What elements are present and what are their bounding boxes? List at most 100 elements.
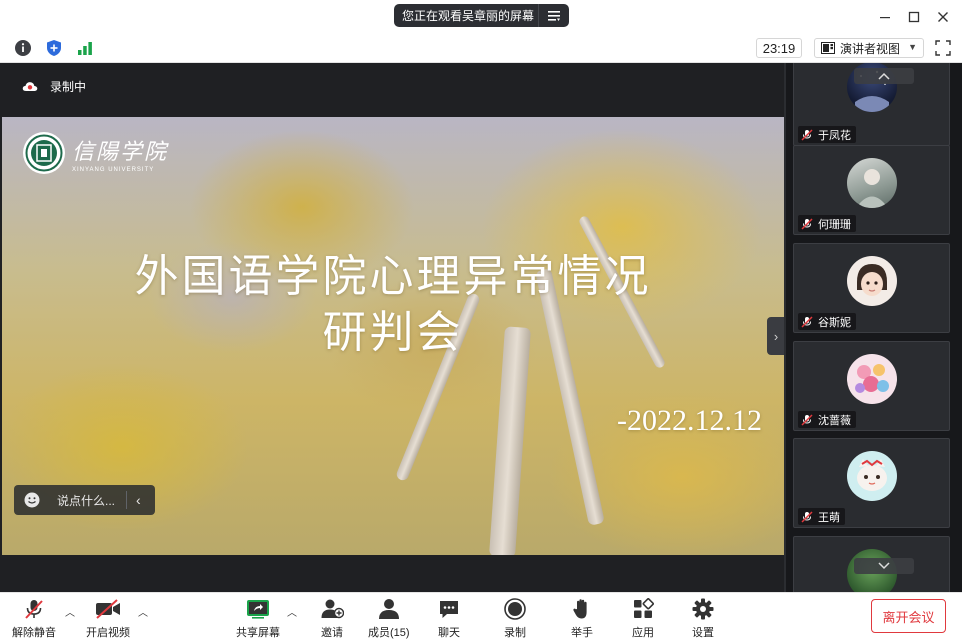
university-seal-icon xyxy=(23,132,65,174)
participant-tile[interactable]: 谷斯妮 xyxy=(793,243,950,333)
muted-mic-icon xyxy=(801,510,813,523)
muted-mic-icon xyxy=(21,597,47,621)
recording-indicator: 录制中 xyxy=(22,78,86,95)
audio-options-chevron-icon[interactable]: ︿ xyxy=(65,606,75,619)
slide-date: -2022.12.12 xyxy=(617,404,762,437)
muted-mic-icon xyxy=(801,315,813,328)
meeting-toolbar: 解除静音 ︿ 开启视频 ︿ 共享屏幕 ︿ 邀请 成员(15) 聊天 录制 举手 … xyxy=(0,592,962,644)
chat-bubble-icon xyxy=(436,597,462,621)
minimize-icon[interactable] xyxy=(876,8,894,26)
university-logo: 信陽学院 XINYANG UNIVERSITY xyxy=(22,131,168,175)
raise-hand-label: 举手 xyxy=(571,627,593,639)
flowers-avatar xyxy=(847,354,897,404)
view-mode-dropdown[interactable]: 演讲者视图 ▼ xyxy=(814,38,924,58)
chevron-down-icon: ▼ xyxy=(908,42,917,52)
participant-name: 于凤花 xyxy=(818,129,851,142)
network-signal-icon[interactable] xyxy=(76,39,94,57)
invite-button[interactable]: 邀请 xyxy=(319,597,345,640)
shared-screen-area: 录制中 信陽学院 XINYANG UNIVERSITY 外国语学院心理异常情况 … xyxy=(2,63,785,592)
chevron-down-icon[interactable] xyxy=(854,558,914,574)
participant-tile[interactable]: 何珊珊 xyxy=(793,145,950,235)
record-button[interactable]: 录制 xyxy=(502,597,528,640)
quick-chat-input[interactable]: 说点什么... ‹ xyxy=(14,485,155,515)
participant-name-tag: 沈蔷薇 xyxy=(798,411,856,428)
participant-tile[interactable]: 沈蔷薇 xyxy=(793,341,950,431)
apps-grid-icon xyxy=(630,597,656,621)
emoji-icon[interactable] xyxy=(24,492,40,508)
security-shield-icon[interactable] xyxy=(45,39,63,57)
child-photo-avatar xyxy=(847,256,897,306)
leave-meeting-button[interactable]: 离开会议 xyxy=(871,599,946,633)
slide-title-line-2: 研判会 xyxy=(322,307,464,358)
muted-mic-icon xyxy=(801,413,813,426)
muted-mic-icon xyxy=(801,128,813,141)
raise-hand-button[interactable]: 举手 xyxy=(569,597,595,640)
share-screen-icon xyxy=(245,597,271,621)
settings-label: 设置 xyxy=(692,627,714,639)
participant-tile[interactable]: 王萌 xyxy=(793,438,950,528)
record-label: 录制 xyxy=(504,627,526,639)
participant-name-tag: 于凤花 xyxy=(798,126,856,143)
viewing-share-banner[interactable]: 您正在观看吴章丽的屏幕 xyxy=(394,4,569,27)
cloud-recording-icon xyxy=(22,82,38,91)
participant-tile[interactable]: 于凤花 xyxy=(793,63,950,146)
speaker-view-icon xyxy=(821,42,835,54)
unmute-label: 解除静音 xyxy=(12,627,56,639)
participant-name-tag: 何珊珊 xyxy=(798,215,856,232)
record-icon xyxy=(502,597,528,621)
close-icon[interactable] xyxy=(934,8,952,26)
video-off-icon xyxy=(95,597,121,621)
gallery-toggle-handle[interactable]: › xyxy=(767,317,785,355)
participant-name: 王萌 xyxy=(818,511,840,524)
title-bar: 您正在观看吴章丽的屏幕 xyxy=(0,0,962,34)
apps-label: 应用 xyxy=(632,627,654,639)
start-video-button[interactable]: 开启视频 xyxy=(86,597,130,640)
gear-icon xyxy=(690,597,716,621)
portrait-avatar xyxy=(847,158,897,208)
participant-name: 沈蔷薇 xyxy=(818,414,851,427)
participant-name: 谷斯妮 xyxy=(818,316,851,329)
logo-name: 信陽学院 xyxy=(72,139,169,165)
members-icon xyxy=(376,597,402,621)
participant-name-tag: 谷斯妮 xyxy=(798,313,856,330)
share-screen-label: 共享屏幕 xyxy=(236,627,280,639)
logo-english-name: XINYANG UNIVERSITY xyxy=(72,166,155,173)
info-bar: 23:19 演讲者视图 ▼ xyxy=(0,34,962,63)
meeting-timer: 23:19 xyxy=(756,38,802,58)
chat-placeholder: 说点什么... xyxy=(57,493,116,508)
settings-button[interactable]: 设置 xyxy=(690,597,716,640)
raise-hand-icon xyxy=(569,597,595,621)
participant-gallery[interactable]: 于凤花 何珊珊 谷斯妮 沈蔷薇 王萌 xyxy=(786,63,962,592)
slide-title-line-1: 外国语学院心理异常情况 xyxy=(134,251,652,302)
fullscreen-icon[interactable] xyxy=(934,39,952,57)
share-screen-button[interactable]: 共享屏幕 xyxy=(236,597,280,640)
chevron-up-icon[interactable] xyxy=(854,68,914,84)
video-options-chevron-icon[interactable]: ︿ xyxy=(138,606,148,619)
muted-mic-icon xyxy=(801,217,813,230)
chat-label: 聊天 xyxy=(438,627,460,639)
cartoon-cat-avatar xyxy=(847,451,897,501)
participant-tile[interactable] xyxy=(793,536,950,592)
members-button[interactable]: 成员(15) xyxy=(368,597,410,640)
invite-label: 邀请 xyxy=(321,627,343,639)
apps-button[interactable]: 应用 xyxy=(630,597,656,640)
unmute-button[interactable]: 解除静音 xyxy=(12,597,56,640)
chevron-left-icon[interactable]: ‹ xyxy=(136,492,141,508)
view-mode-label: 演讲者视图 xyxy=(840,41,901,56)
add-user-icon xyxy=(319,597,345,621)
share-banner-text: 您正在观看吴章丽的屏幕 xyxy=(402,9,535,23)
members-label: 成员(15) xyxy=(368,627,410,639)
chat-input-divider xyxy=(126,491,127,509)
recording-label: 录制中 xyxy=(50,80,87,94)
start-video-label: 开启视频 xyxy=(86,627,130,639)
share-menu-icon[interactable] xyxy=(539,10,569,22)
meeting-info-icon[interactable] xyxy=(14,39,32,57)
meeting-window: 您正在观看吴章丽的屏幕 23:19 演讲者视图 ▼ 录制中 信陽学院 XINYA… xyxy=(0,0,962,644)
participant-name-tag: 王萌 xyxy=(798,508,845,525)
maximize-icon[interactable] xyxy=(905,8,923,26)
slide-title: 外国语学院心理异常情况 研判会 xyxy=(2,249,784,361)
chevron-right-icon: › xyxy=(773,328,779,344)
share-options-chevron-icon[interactable]: ︿ xyxy=(287,606,297,619)
chat-button[interactable]: 聊天 xyxy=(436,597,462,640)
participant-name: 何珊珊 xyxy=(818,218,851,231)
